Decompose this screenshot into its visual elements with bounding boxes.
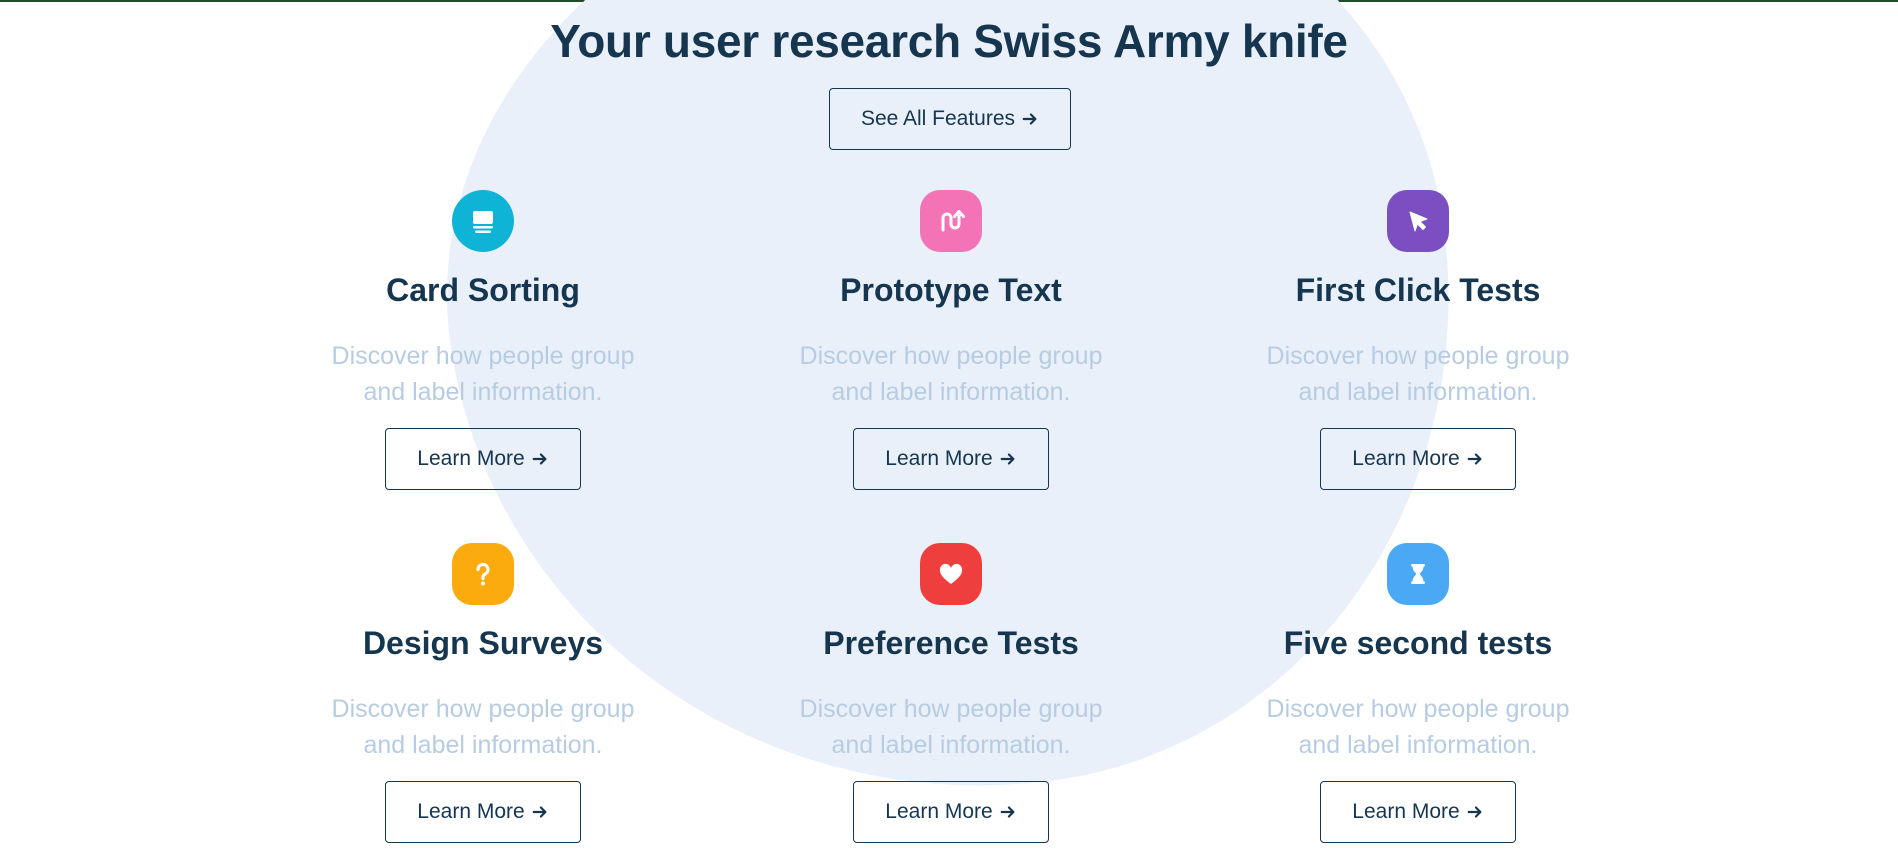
learn-more-button[interactable]: Learn More — [385, 428, 581, 490]
arrow-right-icon — [1466, 450, 1484, 468]
learn-more-label: Learn More — [417, 800, 525, 823]
learn-more-button[interactable]: Learn More — [853, 781, 1049, 843]
feature-title: Design Surveys — [362, 625, 604, 661]
arrow-right-icon — [531, 450, 549, 468]
heart-icon — [920, 543, 982, 605]
see-all-features-label: See All Features — [860, 107, 1016, 130]
feature-description: Discover how people group and label info… — [799, 695, 1103, 759]
arrow-right-icon — [999, 803, 1017, 821]
feature-description: Discover how people group and label info… — [1266, 342, 1570, 406]
feature-title: Preference Tests — [823, 625, 1079, 661]
arrow-right-icon — [1466, 803, 1484, 821]
arrow-right-icon — [999, 450, 1017, 468]
learn-more-label: Learn More — [1352, 447, 1460, 470]
feature-description: Discover how people group and label info… — [331, 695, 635, 759]
learn-more-label: Learn More — [885, 800, 993, 823]
learn-more-label: Learn More — [1352, 800, 1460, 823]
section-heading: Your user research Swiss Army knife — [550, 15, 1348, 67]
feature-description: Discover how people group and label info… — [799, 342, 1103, 406]
arrow-right-icon — [1021, 110, 1039, 128]
learn-more-button[interactable]: Learn More — [1320, 781, 1516, 843]
feature-description: Discover how people group and label info… — [331, 342, 635, 406]
arrow-right-icon — [531, 803, 549, 821]
see-all-features-button[interactable]: See All Features — [829, 88, 1071, 150]
feature-title: Card Sorting — [386, 272, 580, 308]
path-arrow-icon — [920, 190, 982, 252]
learn-more-label: Learn More — [885, 447, 993, 470]
cursor-icon — [1387, 190, 1449, 252]
card-stack-icon — [452, 190, 514, 252]
question-icon — [452, 543, 514, 605]
feature-title: First Click Tests — [1295, 272, 1541, 308]
hourglass-icon — [1387, 543, 1449, 605]
feature-title: Prototype Text — [840, 272, 1062, 308]
learn-more-label: Learn More — [417, 447, 525, 470]
feature-description: Discover how people group and label info… — [1266, 695, 1570, 759]
learn-more-button[interactable]: Learn More — [385, 781, 581, 843]
learn-more-button[interactable]: Learn More — [1320, 428, 1516, 490]
learn-more-button[interactable]: Learn More — [853, 428, 1049, 490]
feature-title: Five second tests — [1283, 625, 1553, 661]
